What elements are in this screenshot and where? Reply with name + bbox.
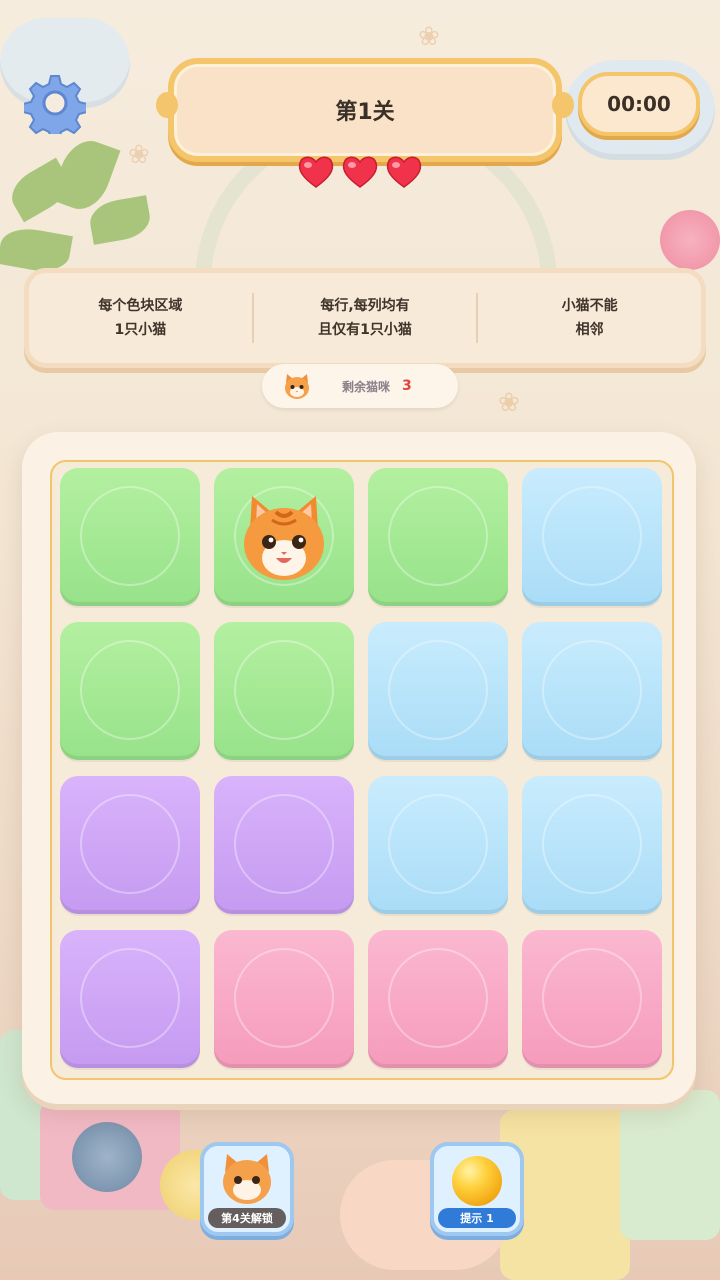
board-cell-pink[interactable] [214,930,354,1068]
board-cell-blue[interactable] [368,622,508,760]
rules-panel: 每个色块区域 1只小猫 每行,每列均有 且仅有1只小猫 小猫不能 相邻 [24,268,706,368]
cat-face-icon [285,374,309,399]
unlock-level-button[interactable]: 第4关解锁 [200,1142,294,1236]
rule-line: 小猫不能 [561,298,618,314]
lives-hearts [296,152,424,192]
level-title: 第1关 [335,100,395,125]
board-cell-purple[interactable] [214,776,354,914]
heart-icon [386,156,422,188]
board-cell-green[interactable] [60,468,200,606]
rule-line: 每个色块区域 [98,298,183,314]
gold-ball-icon [452,1156,502,1206]
board-cell-blue[interactable] [522,776,662,914]
board-cell-purple[interactable] [60,776,200,914]
unlock-label: 第4关解锁 [208,1208,286,1228]
board-cell-blue[interactable] [522,468,662,606]
plant-leaf-decoration [86,195,154,245]
heart-icon [342,156,378,188]
plant-leaf-decoration [4,157,76,223]
board-cell-green[interactable] [60,622,200,760]
board-cell-pink[interactable] [522,930,662,1068]
rule-line: 1只小猫 [114,322,167,338]
hint-label: 提示 1 [438,1208,516,1228]
cat-icon [244,496,324,580]
cat-face-icon [223,1154,271,1204]
paw-print-decoration: ❀ [128,140,150,170]
board-cell-green[interactable] [368,468,508,606]
board-cell-pink[interactable] [368,930,508,1068]
settings-gear-icon [22,75,88,141]
timer-display: 00:00 [578,72,700,136]
rule-line: 相邻 [575,322,604,338]
yarn-ball-decoration [72,1122,142,1192]
board-cell-green[interactable] [214,468,354,606]
plant-leaf-decoration [49,133,121,217]
remaining-cats-indicator: 剩余猫咪 3 [262,364,458,408]
rule-line: 每行,每列均有 [320,298,410,314]
toy-block-decoration [620,1090,720,1240]
yarn-ball-decoration [660,210,720,270]
board-cell-purple[interactable] [60,930,200,1068]
puzzle-board [50,460,674,1080]
board-cell-blue[interactable] [368,776,508,914]
board-cell-blue[interactable] [522,622,662,760]
settings-button[interactable] [22,72,88,141]
remaining-label: 剩余猫咪 [342,379,391,394]
rule-row-column: 每行,每列均有 且仅有1只小猫 [254,294,477,342]
toy-block-decoration [40,1100,180,1210]
paw-print-decoration: ❀ [498,388,520,418]
remaining-count: 3 [402,378,412,394]
paw-print-decoration: ❀ [418,22,440,52]
board-cell-green[interactable] [214,622,354,760]
rule-adjacency: 小猫不能 相邻 [478,294,701,342]
level-title-banner: 第1关 [156,58,574,162]
hint-button[interactable]: 提示 1 [430,1142,524,1236]
heart-icon [298,156,334,188]
rule-region: 每个色块区域 1只小猫 [29,294,252,342]
rule-line: 且仅有1只小猫 [318,322,412,338]
